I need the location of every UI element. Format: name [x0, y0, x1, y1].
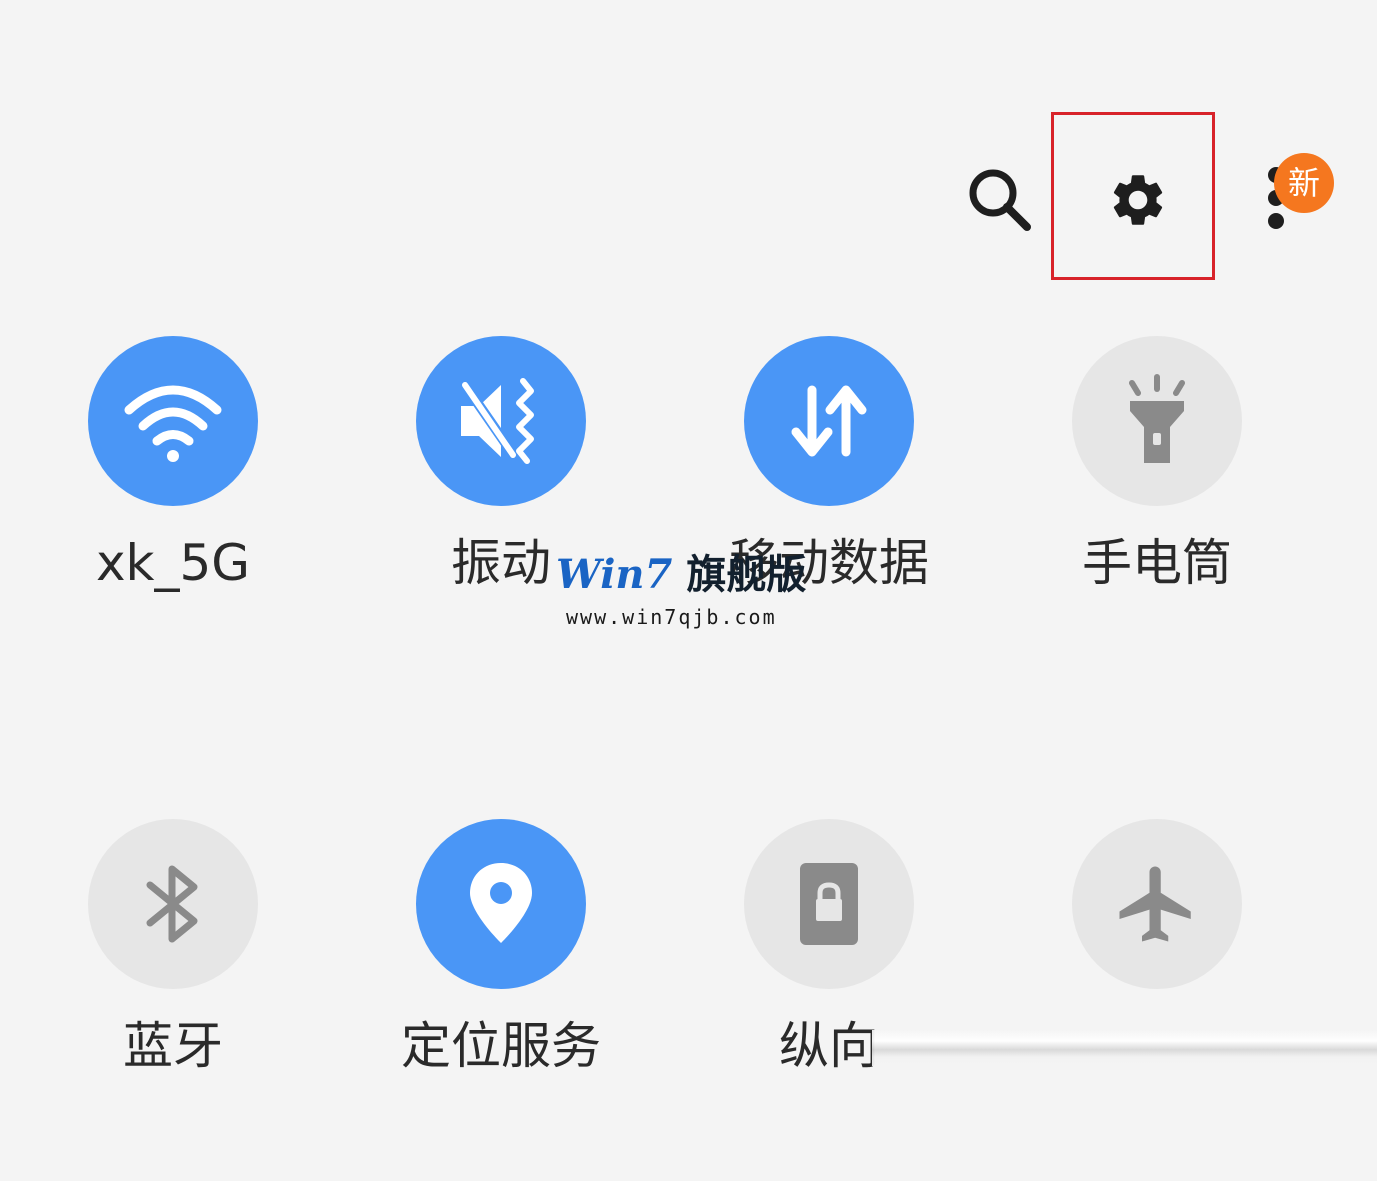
tile-label-flashlight: 手电筒 [1082, 534, 1232, 592]
gear-icon [1113, 175, 1163, 225]
mobile-data-icon [791, 385, 867, 457]
mobile-data-toggle[interactable] [744, 336, 914, 506]
portrait-lock-icon [800, 863, 858, 945]
location-toggle[interactable] [416, 819, 586, 989]
wifi-icon [124, 385, 222, 462]
flashlight-icon [1129, 374, 1185, 463]
watermark-url: www.win7qjb.com [566, 605, 777, 629]
portrait-lock-toggle[interactable] [744, 819, 914, 989]
location-icon [470, 863, 532, 943]
settings-button[interactable] [1093, 155, 1183, 245]
new-badge: 新 [1274, 153, 1334, 213]
flashlight-toggle[interactable] [1072, 336, 1242, 506]
bluetooth-icon [146, 865, 198, 943]
watermark-logo: Win7 旗舰版 www.win7qjb.com [556, 555, 806, 630]
airplane-icon [1119, 866, 1191, 942]
tile-label-location: 定位服务 [401, 1017, 601, 1075]
search-icon [969, 169, 1031, 231]
watermark-title: Win7 旗舰版 [556, 551, 807, 598]
tile-label-bluetooth: 蓝牙 [123, 1017, 223, 1075]
tile-label-wifi: xk_5G [95, 534, 251, 592]
airplane-mode-toggle[interactable] [1072, 819, 1242, 989]
bluetooth-toggle[interactable] [88, 819, 258, 989]
motion-blur-overlay [872, 1030, 1377, 1066]
search-button[interactable] [962, 162, 1038, 238]
vibrate-icon [460, 378, 534, 464]
wifi-toggle[interactable] [88, 336, 258, 506]
vibrate-toggle[interactable] [416, 336, 586, 506]
